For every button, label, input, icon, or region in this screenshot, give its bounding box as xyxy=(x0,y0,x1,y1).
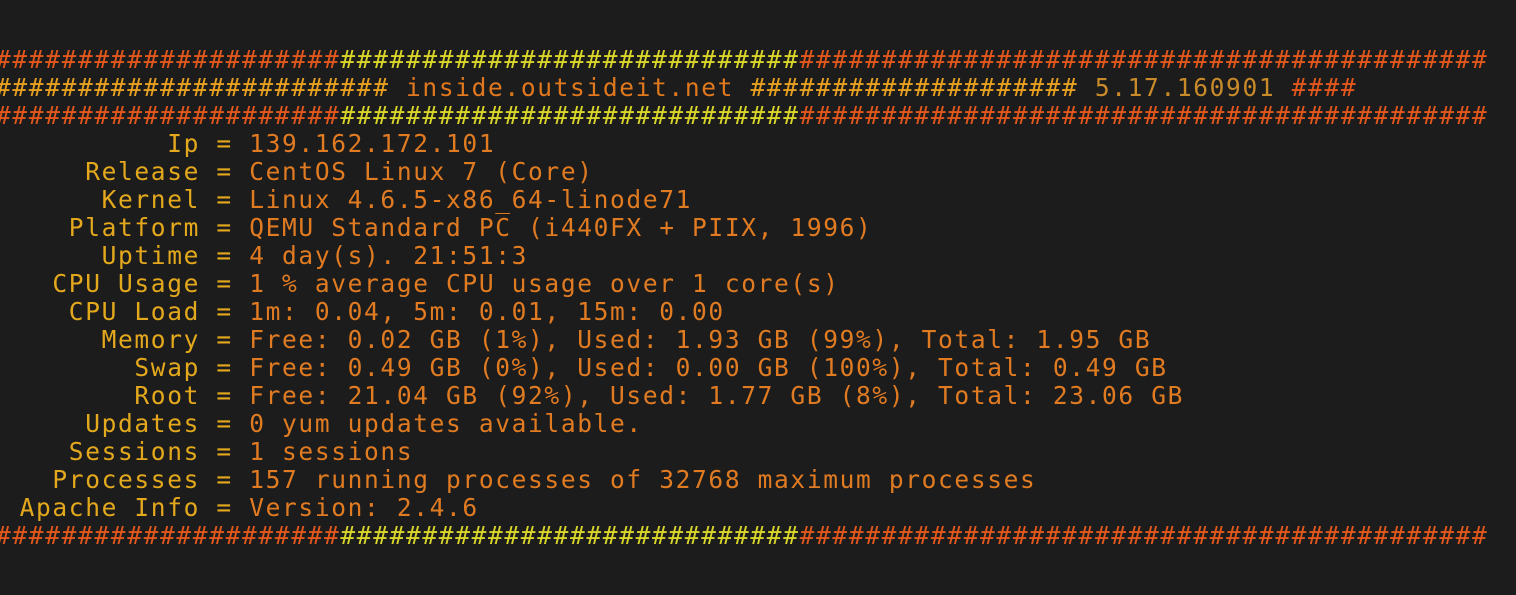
equals-sign: = xyxy=(216,298,233,326)
banner-bottom: ########################################… xyxy=(0,522,1488,550)
banner-bottom-right: ########################################… xyxy=(799,522,1489,550)
info-value: 1 sessions xyxy=(249,438,414,466)
info-value: QEMU Standard PC (i440FX + PIIX, 1996) xyxy=(249,214,873,242)
banner-mid: ########################################… xyxy=(0,102,1488,130)
equals-sign: = xyxy=(216,466,233,494)
info-label: Ip xyxy=(167,130,200,158)
banner-top-right: ########################################… xyxy=(799,46,1489,74)
info-row-platform: Platform = QEMU Standard PC (i440FX + PI… xyxy=(0,214,872,242)
info-label: CPU Load xyxy=(68,298,200,326)
info-row-sessions: Sessions = 1 sessions xyxy=(0,438,413,466)
banner-title: ######################## inside.outsidei… xyxy=(0,74,1357,102)
equals-sign: = xyxy=(216,270,233,298)
info-value: 0 yum updates available. xyxy=(249,410,643,438)
info-value: 1m: 0.04, 5m: 0.01, 15m: 0.00 xyxy=(249,298,725,326)
banner-top: ########################################… xyxy=(0,46,1488,74)
banner-bottom-left: ##################### xyxy=(0,522,341,550)
banner-top-middle: ############################ xyxy=(340,46,800,74)
banner-mid-left: ##################### xyxy=(0,102,341,130)
info-row-apache-info: Apache Info = Version: 2.4.6 xyxy=(0,494,479,522)
info-value: Free: 21.04 GB (92%), Used: 1.77 GB (8%)… xyxy=(249,382,1185,410)
banner-title-right-hashes: #### xyxy=(1291,74,1358,102)
info-row-root: Root = Free: 21.04 GB (92%), Used: 1.77 … xyxy=(0,382,1184,410)
banner-bottom-middle: ############################ xyxy=(340,522,800,550)
info-label: Sessions xyxy=(68,438,200,466)
info-row-cpu-load: CPU Load = 1m: 0.04, 5m: 0.01, 15m: 0.00 xyxy=(0,298,725,326)
banner-title-left-hashes: ######################## xyxy=(0,74,390,102)
info-value: Free: 0.02 GB (1%), Used: 1.93 GB (99%),… xyxy=(249,326,1152,354)
info-row-ip: Ip = 139.162.172.101 xyxy=(0,130,495,158)
equals-sign: = xyxy=(216,214,233,242)
info-label: Memory xyxy=(101,326,200,354)
info-row-kernel: Kernel = Linux 4.6.5-x86_64-linode71 xyxy=(0,186,692,214)
info-row-memory: Memory = Free: 0.02 GB (1%), Used: 1.93 … xyxy=(0,326,1151,354)
script-version: 5.17.160901 xyxy=(1094,74,1276,102)
equals-sign: = xyxy=(216,326,233,354)
equals-sign: = xyxy=(216,410,233,438)
equals-sign: = xyxy=(216,382,233,410)
equals-sign: = xyxy=(216,494,233,522)
info-value: Free: 0.49 GB (0%), Used: 0.00 GB (100%)… xyxy=(249,354,1168,382)
equals-sign: = xyxy=(216,354,233,382)
info-row-processes: Processes = 157 running processes of 327… xyxy=(0,466,1036,494)
equals-sign: = xyxy=(216,158,233,186)
info-value: Linux 4.6.5-x86_64-linode71 xyxy=(249,186,693,214)
hostname: inside.outsideit.net xyxy=(406,74,735,102)
info-label: Apache Info xyxy=(19,494,200,522)
info-label: Platform xyxy=(68,214,200,242)
info-value: CentOS Linux 7 (Core) xyxy=(249,158,594,186)
info-label: CPU Usage xyxy=(52,270,200,298)
info-row-uptime: Uptime = 4 day(s). 21:51:3 xyxy=(0,242,528,270)
equals-sign: = xyxy=(216,438,233,466)
info-row-cpu-usage: CPU Usage = 1 % average CPU usage over 1… xyxy=(0,270,840,298)
banner-mid-middle: ############################ xyxy=(340,102,800,130)
banner-top-left: ##################### xyxy=(0,46,341,74)
info-label: Processes xyxy=(52,466,200,494)
equals-sign: = xyxy=(216,242,233,270)
info-label: Uptime xyxy=(101,242,200,270)
info-row-swap: Swap = Free: 0.49 GB (0%), Used: 0.00 GB… xyxy=(0,354,1168,382)
equals-sign: = xyxy=(216,130,233,158)
info-value: 157 running processes of 32768 maximum p… xyxy=(249,466,1037,494)
banner-mid-right: ########################################… xyxy=(799,102,1489,130)
info-label: Root xyxy=(134,382,200,410)
equals-sign: = xyxy=(216,186,233,214)
terminal-window[interactable]: ########################################… xyxy=(0,0,1516,595)
info-label: Updates xyxy=(85,410,200,438)
info-label: Swap xyxy=(134,354,200,382)
info-label: Release xyxy=(85,158,200,186)
info-value: 139.162.172.101 xyxy=(249,130,496,158)
info-row-updates: Updates = 0 yum updates available. xyxy=(0,410,643,438)
info-value: 1 % average CPU usage over 1 core(s) xyxy=(249,270,840,298)
info-label: Kernel xyxy=(101,186,200,214)
info-value: Version: 2.4.6 xyxy=(249,494,479,522)
info-value: 4 day(s). 21:51:3 xyxy=(249,242,529,270)
banner-title-mid-hashes: #################### xyxy=(750,74,1079,102)
info-row-release: Release = CentOS Linux 7 (Core) xyxy=(0,158,594,186)
